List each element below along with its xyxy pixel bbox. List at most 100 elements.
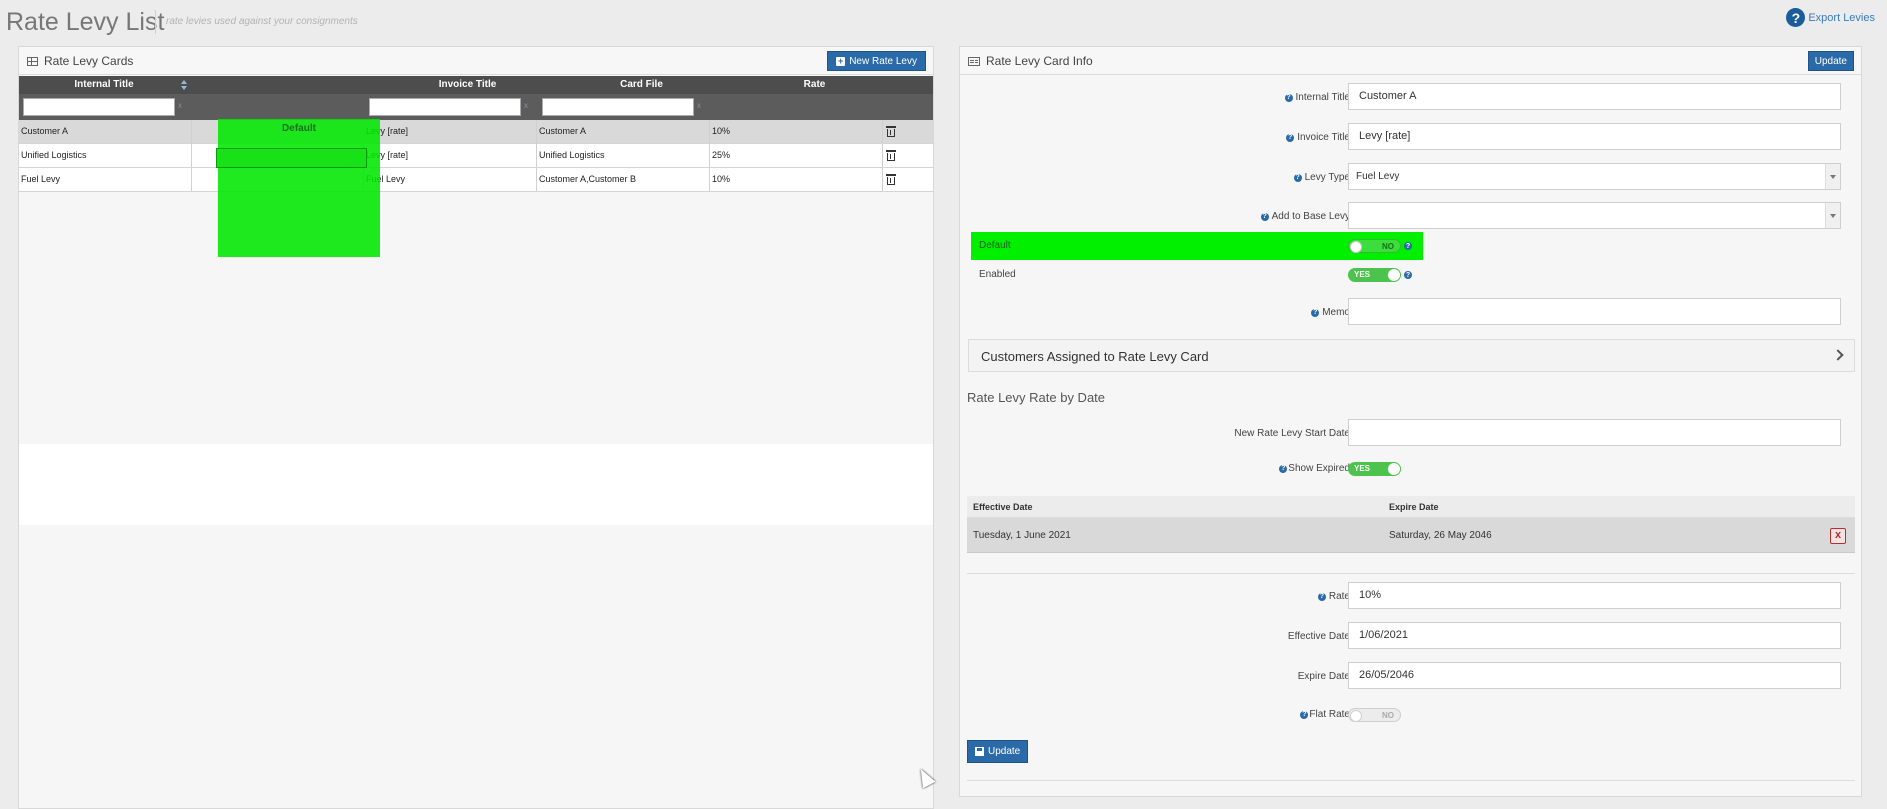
show-expired-toggle[interactable]: YES <box>1348 462 1401 476</box>
column-header-internal-title[interactable]: Internal Title <box>19 76 189 94</box>
cell-rate: 25% <box>710 144 883 167</box>
internal-title-input[interactable]: Customer A <box>1348 83 1841 110</box>
add-to-base-levy-select[interactable] <box>1348 202 1841 229</box>
trash-icon[interactable] <box>886 149 896 161</box>
filter-internal-title-input[interactable] <box>23 98 175 116</box>
column-header-expire-date: Expire Date <box>1389 502 1439 512</box>
clear-filter-icon[interactable]: x <box>178 101 182 110</box>
update-button-bottom[interactable]: Update <box>967 740 1029 763</box>
expire-date-input[interactable]: 26/05/2046 <box>1348 662 1841 689</box>
add-to-base-levy-label: Add to Base Levy <box>1271 211 1350 222</box>
effective-date-input[interactable]: 1/06/2021 <box>1348 622 1841 649</box>
chevron-down-icon[interactable] <box>1825 164 1840 189</box>
help-icon[interactable]: ? <box>1260 212 1269 221</box>
help-icon[interactable]: ? <box>1311 308 1320 317</box>
export-levies-label[interactable]: Export Levies <box>1808 12 1875 24</box>
delete-icon[interactable]: x <box>1830 528 1846 544</box>
cell-default <box>192 168 364 191</box>
levy-type-label: Levy Type <box>1304 172 1350 183</box>
table-icon <box>27 56 38 66</box>
new-start-date-label: New Rate Levy Start Date <box>1234 428 1350 439</box>
rate-levy-cards-header: Rate Levy Cards + New Rate Levy <box>19 47 933 75</box>
clear-filter-icon[interactable]: x <box>524 101 528 110</box>
enabled-toggle[interactable]: YES <box>1348 268 1401 282</box>
rate-by-date-title: Rate Levy Rate by Date <box>967 390 1106 405</box>
help-icon[interactable]: ? <box>1317 592 1326 601</box>
effective-date-label: Effective Date <box>1287 631 1350 642</box>
chevron-down-icon[interactable] <box>1825 203 1840 228</box>
rate-input[interactable]: 10% <box>1348 582 1841 609</box>
rate-dates-table: Effective Date Expire Date Tuesday, 1 Ju… <box>967 496 1855 553</box>
export-levies-link[interactable]: ? Export Levies <box>1786 8 1875 27</box>
invoice-title-input[interactable]: Levy [rate] <box>1348 123 1841 150</box>
filter-row: x x x <box>19 94 933 120</box>
update-label: Update <box>988 746 1021 757</box>
flat-rate-label: Flat Rate <box>1309 709 1350 720</box>
memo-label: Memo <box>1322 307 1350 318</box>
enabled-label: Enabled <box>979 269 1016 280</box>
rate-levy-cards-panel: Rate Levy Cards + New Rate Levy Internal… <box>18 46 934 809</box>
rate-levy-card-info-panel: Rate Levy Card Info Update ? Internal Ti… <box>959 46 1862 797</box>
cell-rate: 10% <box>710 120 883 143</box>
levy-type-select[interactable]: Fuel Levy <box>1348 163 1841 190</box>
cell-internal-title: Unified Logistics <box>19 144 192 167</box>
column-header-invoice-title[interactable]: Invoice Title <box>380 76 555 94</box>
info-card-icon <box>968 56 980 66</box>
filter-invoice-title-input[interactable] <box>369 98 521 116</box>
sort-icon[interactable] <box>181 80 188 90</box>
help-icon[interactable]: ? <box>1279 464 1288 473</box>
table-row[interactable]: Unified Logistics Levy [rate] Unified Lo… <box>19 144 933 168</box>
update-button-top[interactable]: Update <box>1807 51 1854 71</box>
dates-table-header: Effective Date Expire Date <box>967 496 1855 518</box>
help-icon[interactable]: ? <box>1404 242 1412 250</box>
panel-title: Rate Levy Cards <box>44 54 134 68</box>
column-header-rate[interactable]: Rate <box>728 76 901 94</box>
new-start-date-input[interactable] <box>1348 419 1841 446</box>
levy-type-value: Fuel Levy <box>1356 171 1400 182</box>
invoice-title-label: Invoice Title <box>1297 132 1350 143</box>
flat-rate-toggle[interactable]: NO <box>1348 708 1401 722</box>
page-title: Rate Levy List <box>6 8 165 36</box>
filter-card-file-input[interactable] <box>542 98 694 116</box>
new-rate-levy-button[interactable]: + New Rate Levy <box>827 51 926 71</box>
clear-filter-icon[interactable]: x <box>697 101 701 110</box>
cell-invoice-title: Levy [rate] <box>364 120 537 143</box>
memo-input[interactable] <box>1348 298 1841 325</box>
cell-rate: 10% <box>710 168 883 191</box>
trash-icon[interactable] <box>886 125 896 137</box>
help-icon[interactable]: ? <box>1404 271 1412 279</box>
column-header-effective-date: Effective Date <box>973 502 1033 512</box>
help-icon[interactable]: ? <box>1284 93 1293 102</box>
page-header: Rate Levy List rate levies used against … <box>0 0 1887 44</box>
help-icon[interactable]: ? <box>1293 173 1302 182</box>
page-subtitle: rate levies used against your consignmen… <box>166 16 358 27</box>
help-icon[interactable]: ? <box>1300 710 1309 719</box>
grid-header: Internal Title Invoice Title Card File R… <box>19 76 933 94</box>
table-row[interactable]: Fuel Levy Fuel Levy Customer A,Customer … <box>19 168 933 192</box>
cell-card-file: Customer A <box>537 120 710 143</box>
cell-expire-date: Saturday, 26 May 2046 <box>1389 530 1492 541</box>
trash-icon[interactable] <box>886 173 896 185</box>
panel-title: Rate Levy Card Info <box>986 54 1093 68</box>
cell-invoice-title: Fuel Levy <box>364 168 537 191</box>
title-divider <box>155 10 156 34</box>
column-header-default[interactable] <box>218 76 380 94</box>
customers-assigned-section[interactable]: Customers Assigned to Rate Levy Card <box>968 339 1855 372</box>
grid-empty-area <box>19 444 933 525</box>
divider <box>967 780 1855 781</box>
show-expired-label: Show Expired <box>1288 463 1350 474</box>
table-row[interactable]: Customer A Levy [rate] Customer A 10% <box>19 120 933 144</box>
save-icon <box>975 747 984 756</box>
cell-internal-title: Fuel Levy <box>19 168 192 191</box>
column-header-card-file[interactable]: Card File <box>555 76 728 94</box>
help-icon[interactable]: ? <box>1286 133 1295 142</box>
default-column-label: Default <box>282 123 316 134</box>
card-info-header: Rate Levy Card Info Update <box>960 47 1861 75</box>
new-rate-levy-label: New Rate Levy <box>849 55 917 67</box>
table-row[interactable]: Tuesday, 1 June 2021 Saturday, 26 May 20… <box>967 518 1855 553</box>
chevron-right-icon[interactable] <box>1832 349 1844 361</box>
default-toggle[interactable]: NO <box>1348 239 1401 253</box>
filter-default-input[interactable] <box>216 148 367 168</box>
help-icon[interactable]: ? <box>1786 8 1806 27</box>
cell-effective-date: Tuesday, 1 June 2021 <box>973 530 1071 541</box>
